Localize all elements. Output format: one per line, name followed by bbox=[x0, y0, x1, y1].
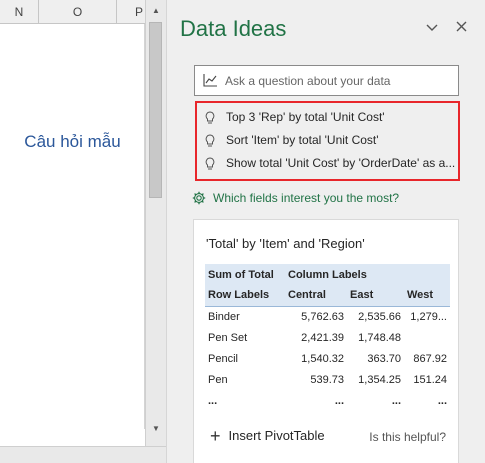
scroll-down-icon[interactable]: ▼ bbox=[146, 420, 166, 438]
table-cell: 867.92 bbox=[413, 352, 447, 365]
table-cell: 1,279... bbox=[410, 310, 447, 323]
column-headers: N O P bbox=[0, 0, 145, 24]
column-header-n[interactable]: N bbox=[0, 0, 39, 24]
card-title: 'Total' by 'Item' and 'Region' bbox=[206, 236, 365, 251]
insert-pivottable-button[interactable]: + Insert PivotTable bbox=[210, 425, 325, 446]
ask-question-input[interactable] bbox=[225, 66, 458, 95]
table-cell: 539.73 bbox=[310, 373, 344, 386]
table-cell: Pen Set bbox=[208, 331, 248, 344]
plus-icon: + bbox=[210, 425, 221, 446]
data-ideas-pane: Data Ideas Top 3 'Rep' by total 'Unit Co… bbox=[166, 0, 485, 463]
table-cell: 151.24 bbox=[413, 373, 447, 386]
pane-title: Data Ideas bbox=[180, 16, 287, 41]
table-cell: 2,535.66 bbox=[358, 310, 401, 323]
fields-link-label: Which fields interest you the most? bbox=[213, 191, 400, 205]
table-cell: ... bbox=[391, 394, 401, 407]
pivot-header-row: Row Labels Central East West bbox=[205, 285, 450, 307]
suggestion-item-1[interactable]: Top 3 'Rep' by total 'Unit Cost' bbox=[205, 107, 385, 127]
scroll-up-icon[interactable]: ▲ bbox=[146, 2, 166, 20]
insert-pivottable-label: Insert PivotTable bbox=[228, 428, 325, 443]
pivot-header-row: Sum of Total Column Labels bbox=[205, 264, 450, 285]
table-cell: ... bbox=[437, 394, 447, 407]
scrollbar-thumb[interactable] bbox=[149, 22, 162, 198]
table-cell: Pen bbox=[208, 373, 228, 386]
cell-grid[interactable] bbox=[0, 24, 145, 429]
horizontal-scrollbar[interactable] bbox=[0, 446, 166, 463]
gear-icon bbox=[192, 191, 206, 205]
table-row: Pencil 1,540.32 363.70 867.92 bbox=[205, 348, 450, 369]
table-cell: 1,354.25 bbox=[358, 373, 401, 386]
table-row: Pen 539.73 1,354.25 151.24 bbox=[205, 369, 450, 390]
table-cell: ... bbox=[334, 394, 344, 407]
lightbulb-icon bbox=[205, 110, 219, 124]
table-cell: Pencil bbox=[208, 352, 238, 365]
pivot-header-cell: East bbox=[347, 285, 404, 307]
lightbulb-icon bbox=[205, 156, 219, 170]
suggestion-item-2[interactable]: Sort 'Item' by total 'Unit Cost' bbox=[205, 130, 379, 150]
pivot-header-cell: Central bbox=[285, 285, 347, 307]
suggestion-label: Top 3 'Rep' by total 'Unit Cost' bbox=[226, 110, 385, 124]
ask-question-box[interactable] bbox=[194, 65, 459, 96]
vertical-scrollbar[interactable]: ▲ ▼ bbox=[145, 0, 166, 446]
close-icon[interactable] bbox=[451, 17, 471, 37]
column-header-o[interactable]: O bbox=[39, 0, 117, 24]
suggestion-label: Show total 'Unit Cost' by 'OrderDate' as… bbox=[226, 156, 456, 170]
chart-line-icon bbox=[195, 66, 225, 95]
table-cell bbox=[404, 327, 450, 348]
suggestions-highlight: Top 3 'Rep' by total 'Unit Cost' Sort 'I… bbox=[195, 101, 460, 181]
column-header-p[interactable]: P bbox=[117, 0, 145, 24]
is-this-helpful-link[interactable]: Is this helpful? bbox=[369, 430, 446, 444]
fields-interest-link[interactable]: Which fields interest you the most? bbox=[192, 191, 399, 205]
pivot-header-cell: Row Labels bbox=[205, 285, 285, 307]
table-cell: 363.70 bbox=[367, 352, 401, 365]
worksheet[interactable]: N O P Câu hỏi mẫu ▲ ▼ bbox=[0, 0, 166, 463]
pivot-header-cell: Sum of Total bbox=[205, 264, 285, 285]
lightbulb-icon bbox=[205, 133, 219, 147]
pivot-table-preview: Sum of Total Column Labels Row Labels Ce… bbox=[205, 264, 450, 411]
chevron-down-icon[interactable] bbox=[422, 17, 442, 37]
table-cell: 1,540.32 bbox=[301, 352, 344, 365]
card-footer: + Insert PivotTable Is this helpful? bbox=[194, 426, 460, 450]
sheet-cell-text: Câu hỏi mẫu bbox=[24, 132, 121, 151]
pivot-header-cell: Column Labels bbox=[285, 264, 450, 285]
table-cell: 5,762.63 bbox=[301, 310, 344, 323]
idea-card[interactable]: 'Total' by 'Item' and 'Region' Sum of To… bbox=[193, 219, 459, 463]
table-row: Pen Set 2,421.39 1,748.48 bbox=[205, 327, 450, 348]
table-row: Binder 5,762.63 2,535.66 1,279... bbox=[205, 306, 450, 327]
suggestion-label: Sort 'Item' by total 'Unit Cost' bbox=[226, 133, 379, 147]
suggestion-item-3[interactable]: Show total 'Unit Cost' by 'OrderDate' as… bbox=[205, 153, 455, 173]
table-cell: 1,748.48 bbox=[358, 331, 401, 344]
table-cell: Binder bbox=[208, 310, 240, 323]
table-cell: ... bbox=[208, 394, 218, 407]
table-cell: 2,421.39 bbox=[301, 331, 344, 344]
pivot-header-cell: West bbox=[404, 285, 450, 307]
table-row: ... ... ... ... bbox=[205, 390, 450, 411]
